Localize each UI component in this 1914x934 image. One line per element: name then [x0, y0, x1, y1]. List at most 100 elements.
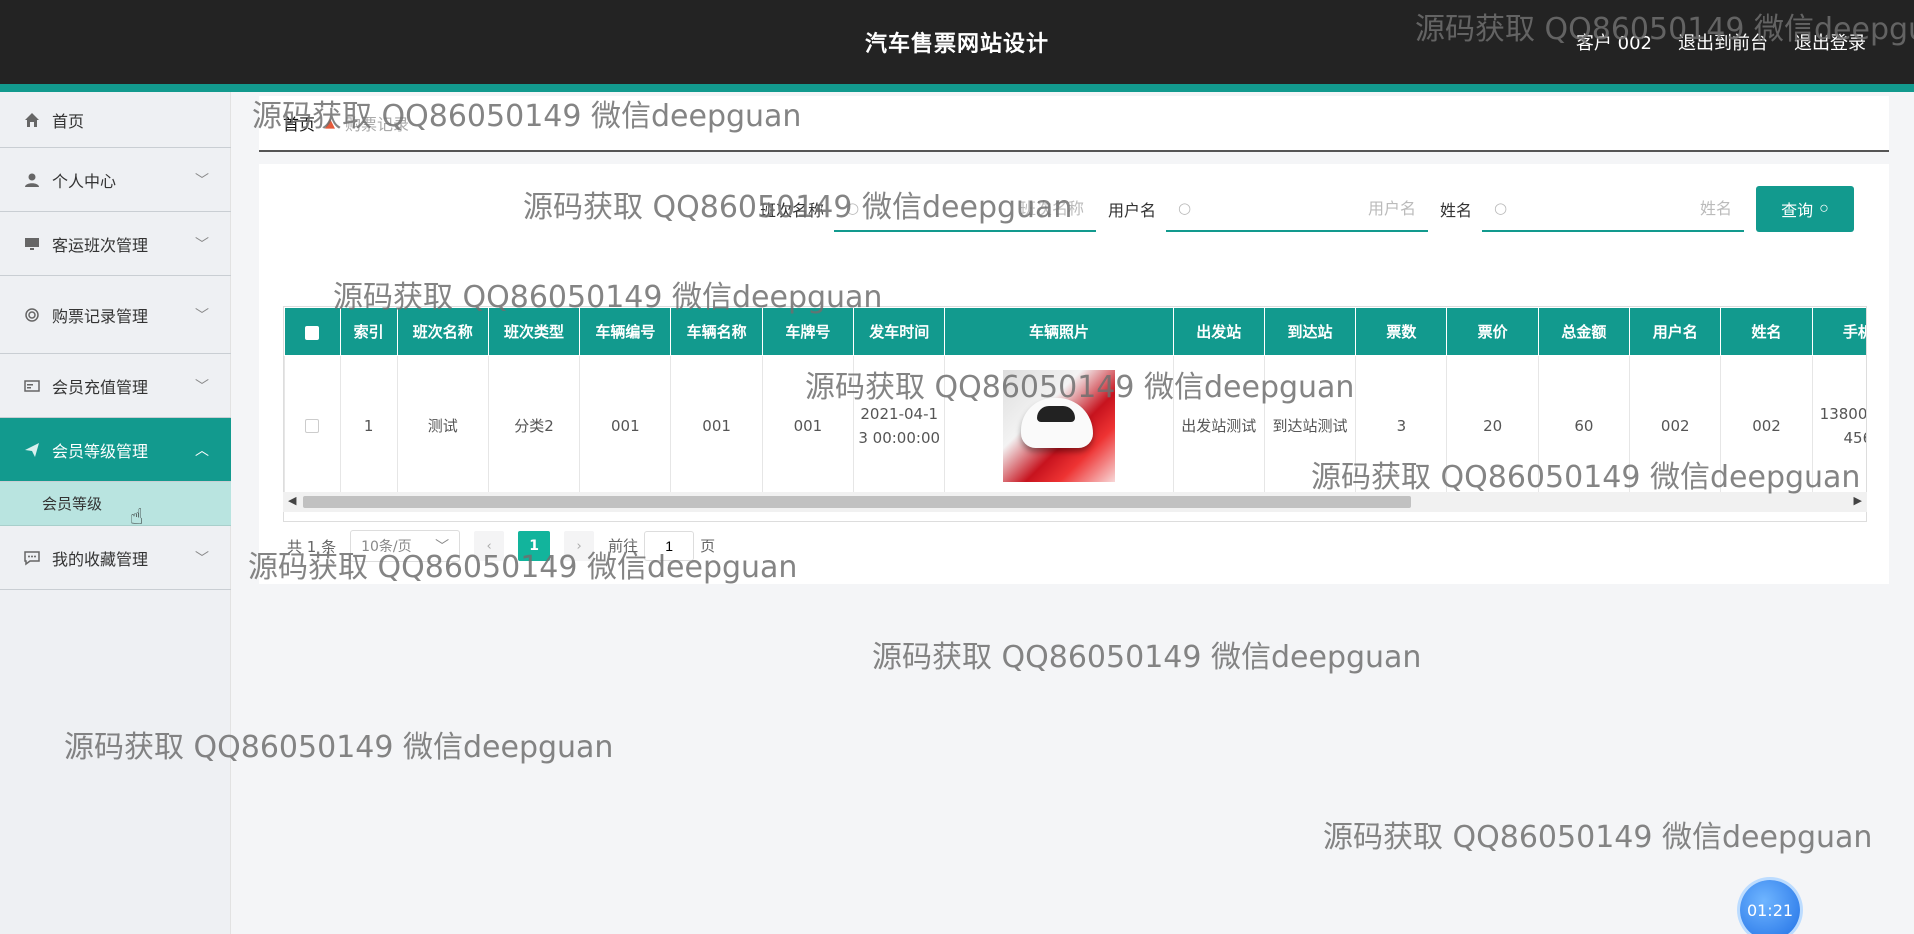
username-input[interactable]: [1199, 198, 1416, 218]
breadcrumb-home[interactable]: 首页: [283, 111, 315, 135]
name-label: 姓名: [1439, 201, 1472, 220]
page-number-current[interactable]: 1: [518, 531, 551, 561]
column-header: 车辆照片: [944, 307, 1174, 356]
sidebar-item-favorites[interactable]: 我的收藏管理 ﹀: [0, 526, 231, 590]
search-icon: ○: [1819, 200, 1829, 217]
page-suffix: 页: [700, 537, 716, 555]
back-to-front-link[interactable]: 退出到前台: [1678, 29, 1768, 55]
goto-page-input[interactable]: [644, 531, 695, 561]
chevron-down-icon: ﹀: [195, 307, 209, 324]
cell-plate: 001: [761, 355, 855, 496]
cell-to: 到达站测试: [1263, 355, 1357, 496]
cell-phone: 13800123456: [1811, 355, 1866, 496]
column-header: 票数: [1355, 307, 1448, 356]
row-checkbox-cell[interactable]: [284, 355, 341, 496]
header-accent-bar: [0, 84, 1914, 92]
ring-icon: [22, 305, 42, 325]
row-checkbox[interactable]: [305, 419, 320, 433]
sidebar-item-label: 首页: [52, 111, 85, 131]
breadcrumb-current: 购票记录: [345, 115, 410, 134]
column-header: 车辆名称: [670, 307, 763, 356]
cell-price: 20: [1446, 355, 1539, 496]
sidebar-item-personal-center[interactable]: 个人中心 ﹀: [0, 148, 231, 212]
name-input[interactable]: [1515, 198, 1732, 218]
breadcrumb-separator-icon: ▲: [325, 115, 336, 131]
column-header: 用户名: [1629, 307, 1722, 356]
column-header: 总金额: [1537, 307, 1631, 356]
sidebar-item-label: 客运班次管理: [52, 235, 149, 255]
column-header: 车牌号: [761, 307, 855, 356]
cell-tickets: 3: [1355, 355, 1448, 496]
vehicle-photo[interactable]: [1002, 369, 1115, 482]
cell-vehicle-no: 001: [579, 355, 672, 496]
scroll-left-icon[interactable]: ◀: [288, 494, 296, 507]
prev-page-button[interactable]: ‹: [474, 531, 505, 561]
horizontal-scrollbar[interactable]: ◀ ▶: [283, 492, 1867, 512]
user-icon: [22, 170, 42, 190]
logout-link[interactable]: 退出登录: [1794, 29, 1866, 55]
column-header: 票价: [1446, 307, 1539, 356]
query-button[interactable]: 查询 ○: [1756, 186, 1854, 232]
column-header: 到达站: [1263, 307, 1357, 356]
next-page-button[interactable]: ›: [564, 531, 595, 561]
scroll-right-icon[interactable]: ▶: [1854, 494, 1862, 507]
column-header: 姓名: [1720, 307, 1813, 356]
cell-total: 60: [1537, 355, 1631, 496]
search-icon: ○: [1177, 199, 1192, 217]
column-header: 发车时间: [853, 307, 946, 356]
cell-vehicle-name: 001: [670, 355, 763, 496]
timer-badge[interactable]: 01:21: [1740, 880, 1800, 934]
sidebar-item-label: 我的收藏管理: [52, 549, 149, 569]
sidebar-item-member-level[interactable]: 会员等级管理 ︿: [0, 418, 231, 482]
username-field: ○: [1165, 186, 1428, 232]
hand-cursor-icon: ☝: [130, 505, 144, 530]
current-user-link[interactable]: 客户 002: [1576, 29, 1652, 55]
cell-index: 1: [339, 355, 398, 496]
checkbox-icon[interactable]: [305, 325, 320, 340]
pagination: 共 1 条 10条/页 ﹀ ‹ 1 › 前往 页: [287, 530, 715, 562]
cell-shift-type: 分类2: [487, 355, 581, 496]
sidebar-item-label: 会员等级管理: [52, 441, 149, 461]
pager-total: 共 1 条: [287, 537, 337, 556]
sidebar-item-label: 购票记录管理: [52, 306, 149, 326]
shift-name-label: 班次名称: [759, 201, 824, 220]
goto-label: 前往: [608, 537, 639, 555]
column-header: 车辆编号: [579, 307, 672, 356]
send-icon: [22, 440, 42, 460]
sidebar-item-ticket-records[interactable]: 购票记录管理 ﹀: [0, 276, 231, 354]
sidebar-item-home[interactable]: 首页: [0, 92, 231, 148]
records-table: 索引 班次名称 班次类型 车辆编号 车辆名称 车牌号 发车时间 车辆照片 出发站…: [283, 306, 1867, 522]
scrollbar-thumb[interactable]: [303, 496, 1411, 508]
column-header: 出发站: [1172, 307, 1265, 356]
search-icon: ○: [845, 199, 860, 217]
goto-page: 前往 页: [608, 531, 715, 561]
sidebar-item-label: 个人中心: [52, 171, 117, 191]
sidebar-item-recharge[interactable]: 会员充值管理 ﹀: [0, 354, 231, 418]
sidebar-item-shift-management[interactable]: 客运班次管理 ﹀: [0, 212, 231, 276]
cell-username: 002: [1629, 355, 1722, 496]
breadcrumb: 首页 ▲ 购票记录: [259, 96, 1889, 152]
monitor-icon: [22, 234, 42, 254]
cell-shift-name: 测试: [396, 355, 489, 496]
watermark-text: 源码获取 QQ86050149 微信deepguan: [1323, 820, 1873, 855]
table-header-row: 索引 班次名称 班次类型 车辆编号 车辆名称 车牌号 发车时间 车辆照片 出发站…: [284, 307, 1866, 356]
username-label: 用户名: [1107, 201, 1156, 220]
chevron-down-icon: ﹀: [195, 378, 209, 395]
page-size-select[interactable]: 10条/页 ﹀: [350, 530, 461, 562]
sidebar-subitem-label: 会员等级: [42, 495, 103, 513]
cell-vehicle-photo: [944, 355, 1174, 496]
table-row[interactable]: 1 测试 分类2 001 001 001 2021-04-13 00:00:00…: [284, 355, 1866, 496]
chevron-down-icon: ﹀: [195, 550, 209, 567]
card-icon: [22, 376, 42, 396]
watermark-text: 源码获取 QQ86050149 微信deepguan: [872, 640, 1422, 675]
cell-name: 002: [1720, 355, 1813, 496]
search-bar: 班次名称 ○ 用户名 ○ 姓名 ○ 查询 ○: [760, 186, 1854, 232]
shift-name-input[interactable]: [867, 198, 1084, 218]
sidebar-subitem-member-level[interactable]: 会员等级: [0, 482, 231, 526]
sidebar-item-label: 会员充值管理: [52, 377, 149, 397]
cell-depart-time: 2021-04-13 00:00:00: [853, 355, 946, 496]
select-all-checkbox[interactable]: [284, 307, 341, 356]
page-size-value: 10条/页: [361, 539, 412, 555]
chevron-down-icon: ﹀: [195, 172, 209, 189]
header-links: 客户 002 退出到前台 退出登录: [1576, 29, 1866, 55]
